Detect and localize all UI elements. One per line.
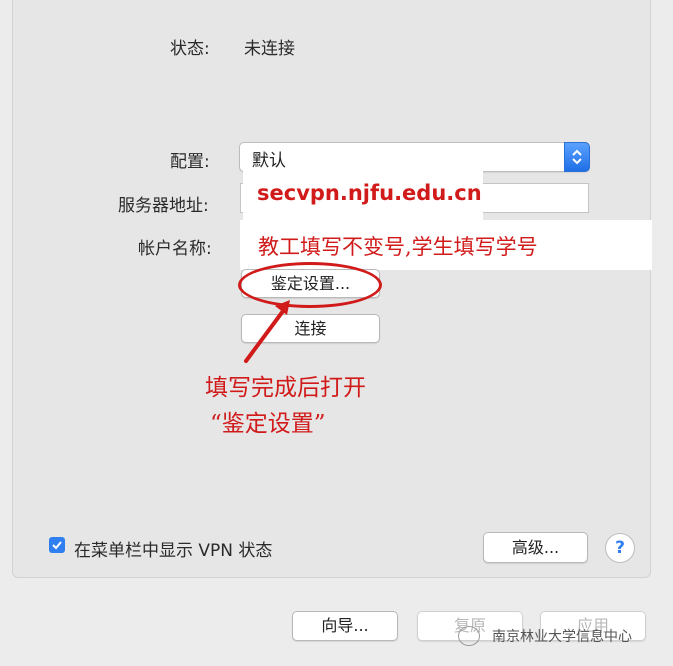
status-label: 状态:: [170, 39, 210, 59]
status-value: 未连接: [244, 39, 295, 59]
show-vpn-status-checkbox[interactable]: [49, 537, 65, 553]
server-label: 服务器地址:: [118, 196, 209, 216]
annotation-line-1: 填写完成后打开: [205, 375, 366, 401]
account-note: 教工填写不变号,学生填写学号: [258, 235, 538, 259]
config-label: 配置:: [170, 152, 210, 172]
select-stepper-icon[interactable]: [564, 142, 590, 172]
annotation-arrow-icon: [244, 300, 290, 363]
config-selected-value: 默认: [252, 151, 286, 171]
server-address-value: secvpn.njfu.edu.cn: [257, 181, 482, 205]
checkmark-icon: [52, 541, 62, 550]
show-vpn-status-label[interactable]: 在菜单栏中显示 VPN 状态: [74, 536, 272, 561]
server-callout: secvpn.njfu.edu.cn: [243, 170, 483, 220]
help-icon[interactable]: ?: [605, 533, 635, 563]
wechat-logo-icon: [458, 626, 480, 646]
watermark-text: 南京林业大学信息中心: [492, 629, 632, 645]
account-label: 帐户名称:: [138, 239, 212, 259]
wizard-button[interactable]: 向导...: [292, 611, 398, 641]
config-select[interactable]: 默认: [239, 142, 590, 172]
advanced-button[interactable]: 高级...: [483, 532, 588, 563]
annotation-line-2: “鉴定设置”: [210, 411, 326, 437]
